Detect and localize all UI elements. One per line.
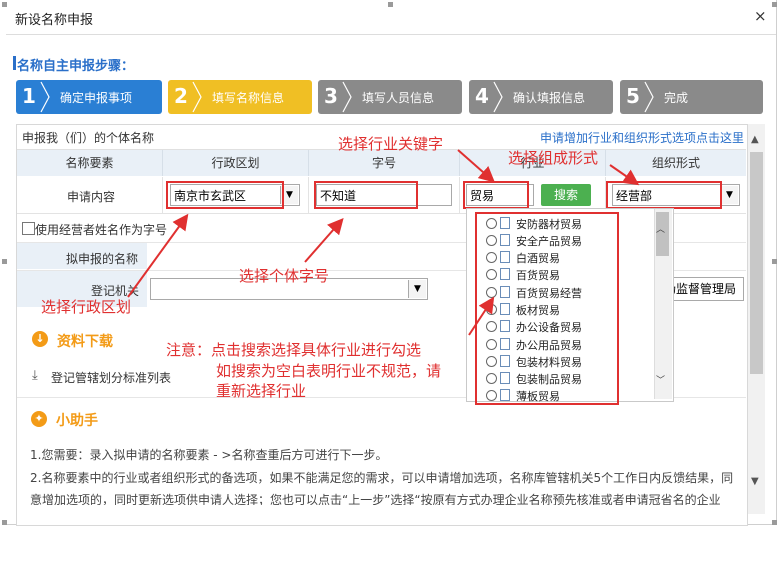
arrow-to-district [127, 213, 189, 298]
arrow-to-industry-list [468, 296, 495, 336]
arrow-to-industry [457, 149, 495, 183]
annotation-arrows [127, 149, 640, 336]
arrow-to-word [304, 217, 344, 263]
arrow-to-org-form [609, 164, 640, 186]
